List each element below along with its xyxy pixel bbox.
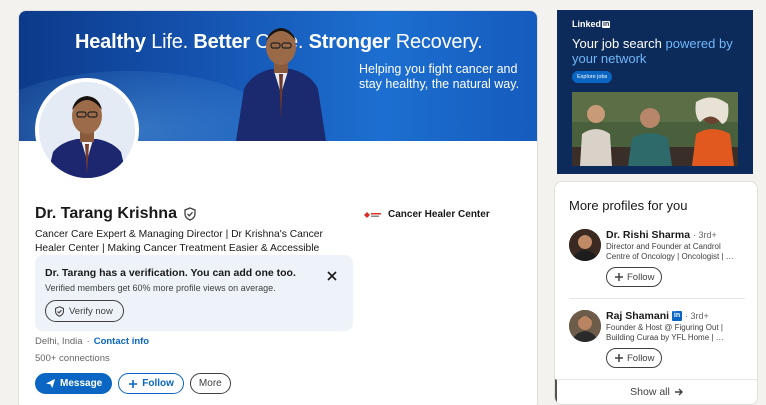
avatar-photo bbox=[569, 310, 601, 342]
follow-label: Follow bbox=[142, 378, 174, 389]
connections-count: 500+ connections bbox=[35, 353, 110, 364]
separator: · bbox=[86, 336, 90, 347]
ad-headline-plain: Your job search bbox=[572, 36, 666, 51]
banner-headline-part: Healthy bbox=[75, 31, 146, 53]
follow-button[interactable]: Follow bbox=[606, 348, 663, 368]
suggested-name[interactable]: Dr. Rishi Sharma bbox=[606, 229, 690, 241]
follow-button[interactable]: Follow bbox=[118, 373, 184, 394]
show-all-label: Show all bbox=[630, 386, 670, 398]
banner-headline-part: Life. bbox=[145, 31, 194, 53]
profile-headline: Cancer Care Expert & Managing Director |… bbox=[35, 229, 323, 254]
more-label: More bbox=[198, 378, 222, 389]
divider bbox=[569, 298, 745, 299]
verification-title: Dr. Tarang has a verification. You can a… bbox=[45, 267, 296, 279]
verification-prompt: Dr. Tarang has a verification. You can a… bbox=[35, 255, 353, 331]
verification-text: Verified members get 60% more profile vi… bbox=[45, 283, 276, 293]
ad-photo bbox=[572, 92, 738, 166]
profile-avatar[interactable] bbox=[35, 78, 139, 182]
linkedin-badge-icon: in bbox=[672, 311, 683, 321]
message-label: Message bbox=[60, 378, 103, 389]
connection-degree: · 3rd+ bbox=[693, 230, 717, 240]
arrow-right-icon bbox=[674, 388, 683, 396]
more-profiles-title: More profiles for you bbox=[569, 198, 688, 213]
ad-brand-logo: Linked in bbox=[572, 19, 611, 29]
plus-icon bbox=[129, 379, 138, 388]
verify-now-label: Verify now bbox=[69, 305, 113, 317]
avatar[interactable] bbox=[569, 310, 601, 342]
current-company[interactable]: Cancer Healer Center bbox=[362, 209, 490, 220]
contact-info-link[interactable]: Contact info bbox=[94, 336, 149, 347]
more-button[interactable]: More bbox=[189, 373, 231, 394]
connection-degree: · 3rd+ bbox=[685, 311, 709, 321]
ad-headline: Your job search powered by your network bbox=[572, 36, 747, 66]
suggested-name-row: Dr. Rishi Sharma · 3rd+ bbox=[606, 229, 717, 241]
suggested-name[interactable]: Raj Shamani bbox=[606, 310, 669, 322]
follow-label: Follow bbox=[627, 271, 655, 283]
profile-location: Delhi, India bbox=[35, 336, 83, 347]
linkedin-ad[interactable]: Linked in Your job search powered by your… bbox=[557, 10, 753, 174]
plus-icon bbox=[615, 273, 623, 281]
avatar-photo bbox=[569, 229, 601, 261]
suggested-description: Director and Founder at Candrol Centre o… bbox=[606, 242, 734, 261]
more-profiles-card: More profiles for you Dr. Rishi Sharma ·… bbox=[554, 181, 758, 405]
avatar-photo bbox=[39, 82, 135, 178]
profile-name: Dr. Tarang Krishna bbox=[35, 205, 177, 222]
close-icon[interactable] bbox=[325, 269, 339, 283]
profile-card: Healthy Life. Better Care. Stronger Reco… bbox=[18, 10, 538, 405]
follow-label: Follow bbox=[627, 352, 655, 364]
banner-subline: Helping you fight cancer and stay health… bbox=[359, 62, 520, 91]
company-name: Cancer Healer Center bbox=[388, 209, 490, 220]
verified-shield-icon[interactable] bbox=[183, 207, 197, 221]
suggested-description: Founder & Host @ Figuring Out | Building… bbox=[606, 323, 724, 342]
suggested-name-row: Raj Shamani in · 3rd+ bbox=[606, 310, 709, 322]
message-button[interactable]: Message bbox=[35, 373, 113, 394]
send-icon bbox=[45, 378, 56, 389]
banner-headline-part: Recovery. bbox=[390, 31, 483, 53]
show-all-button[interactable]: Show all bbox=[555, 379, 757, 404]
banner-person-illustration bbox=[236, 28, 326, 141]
plus-icon bbox=[615, 354, 623, 362]
ad-brand-text: Linked bbox=[572, 19, 602, 29]
profile-name-row: Dr. Tarang Krishna bbox=[35, 205, 197, 223]
explore-jobs-button[interactable]: Explore jobs bbox=[572, 71, 613, 83]
location-row: Delhi, India · Contact info bbox=[35, 336, 149, 347]
company-logo-icon bbox=[364, 211, 381, 218]
verify-now-button[interactable]: Verify now bbox=[45, 300, 124, 322]
avatar[interactable] bbox=[569, 229, 601, 261]
profile-actions: Message Follow More bbox=[35, 373, 231, 394]
verified-shield-icon bbox=[55, 305, 64, 317]
follow-button[interactable]: Follow bbox=[606, 267, 663, 287]
ad-brand-in: in bbox=[602, 20, 611, 28]
